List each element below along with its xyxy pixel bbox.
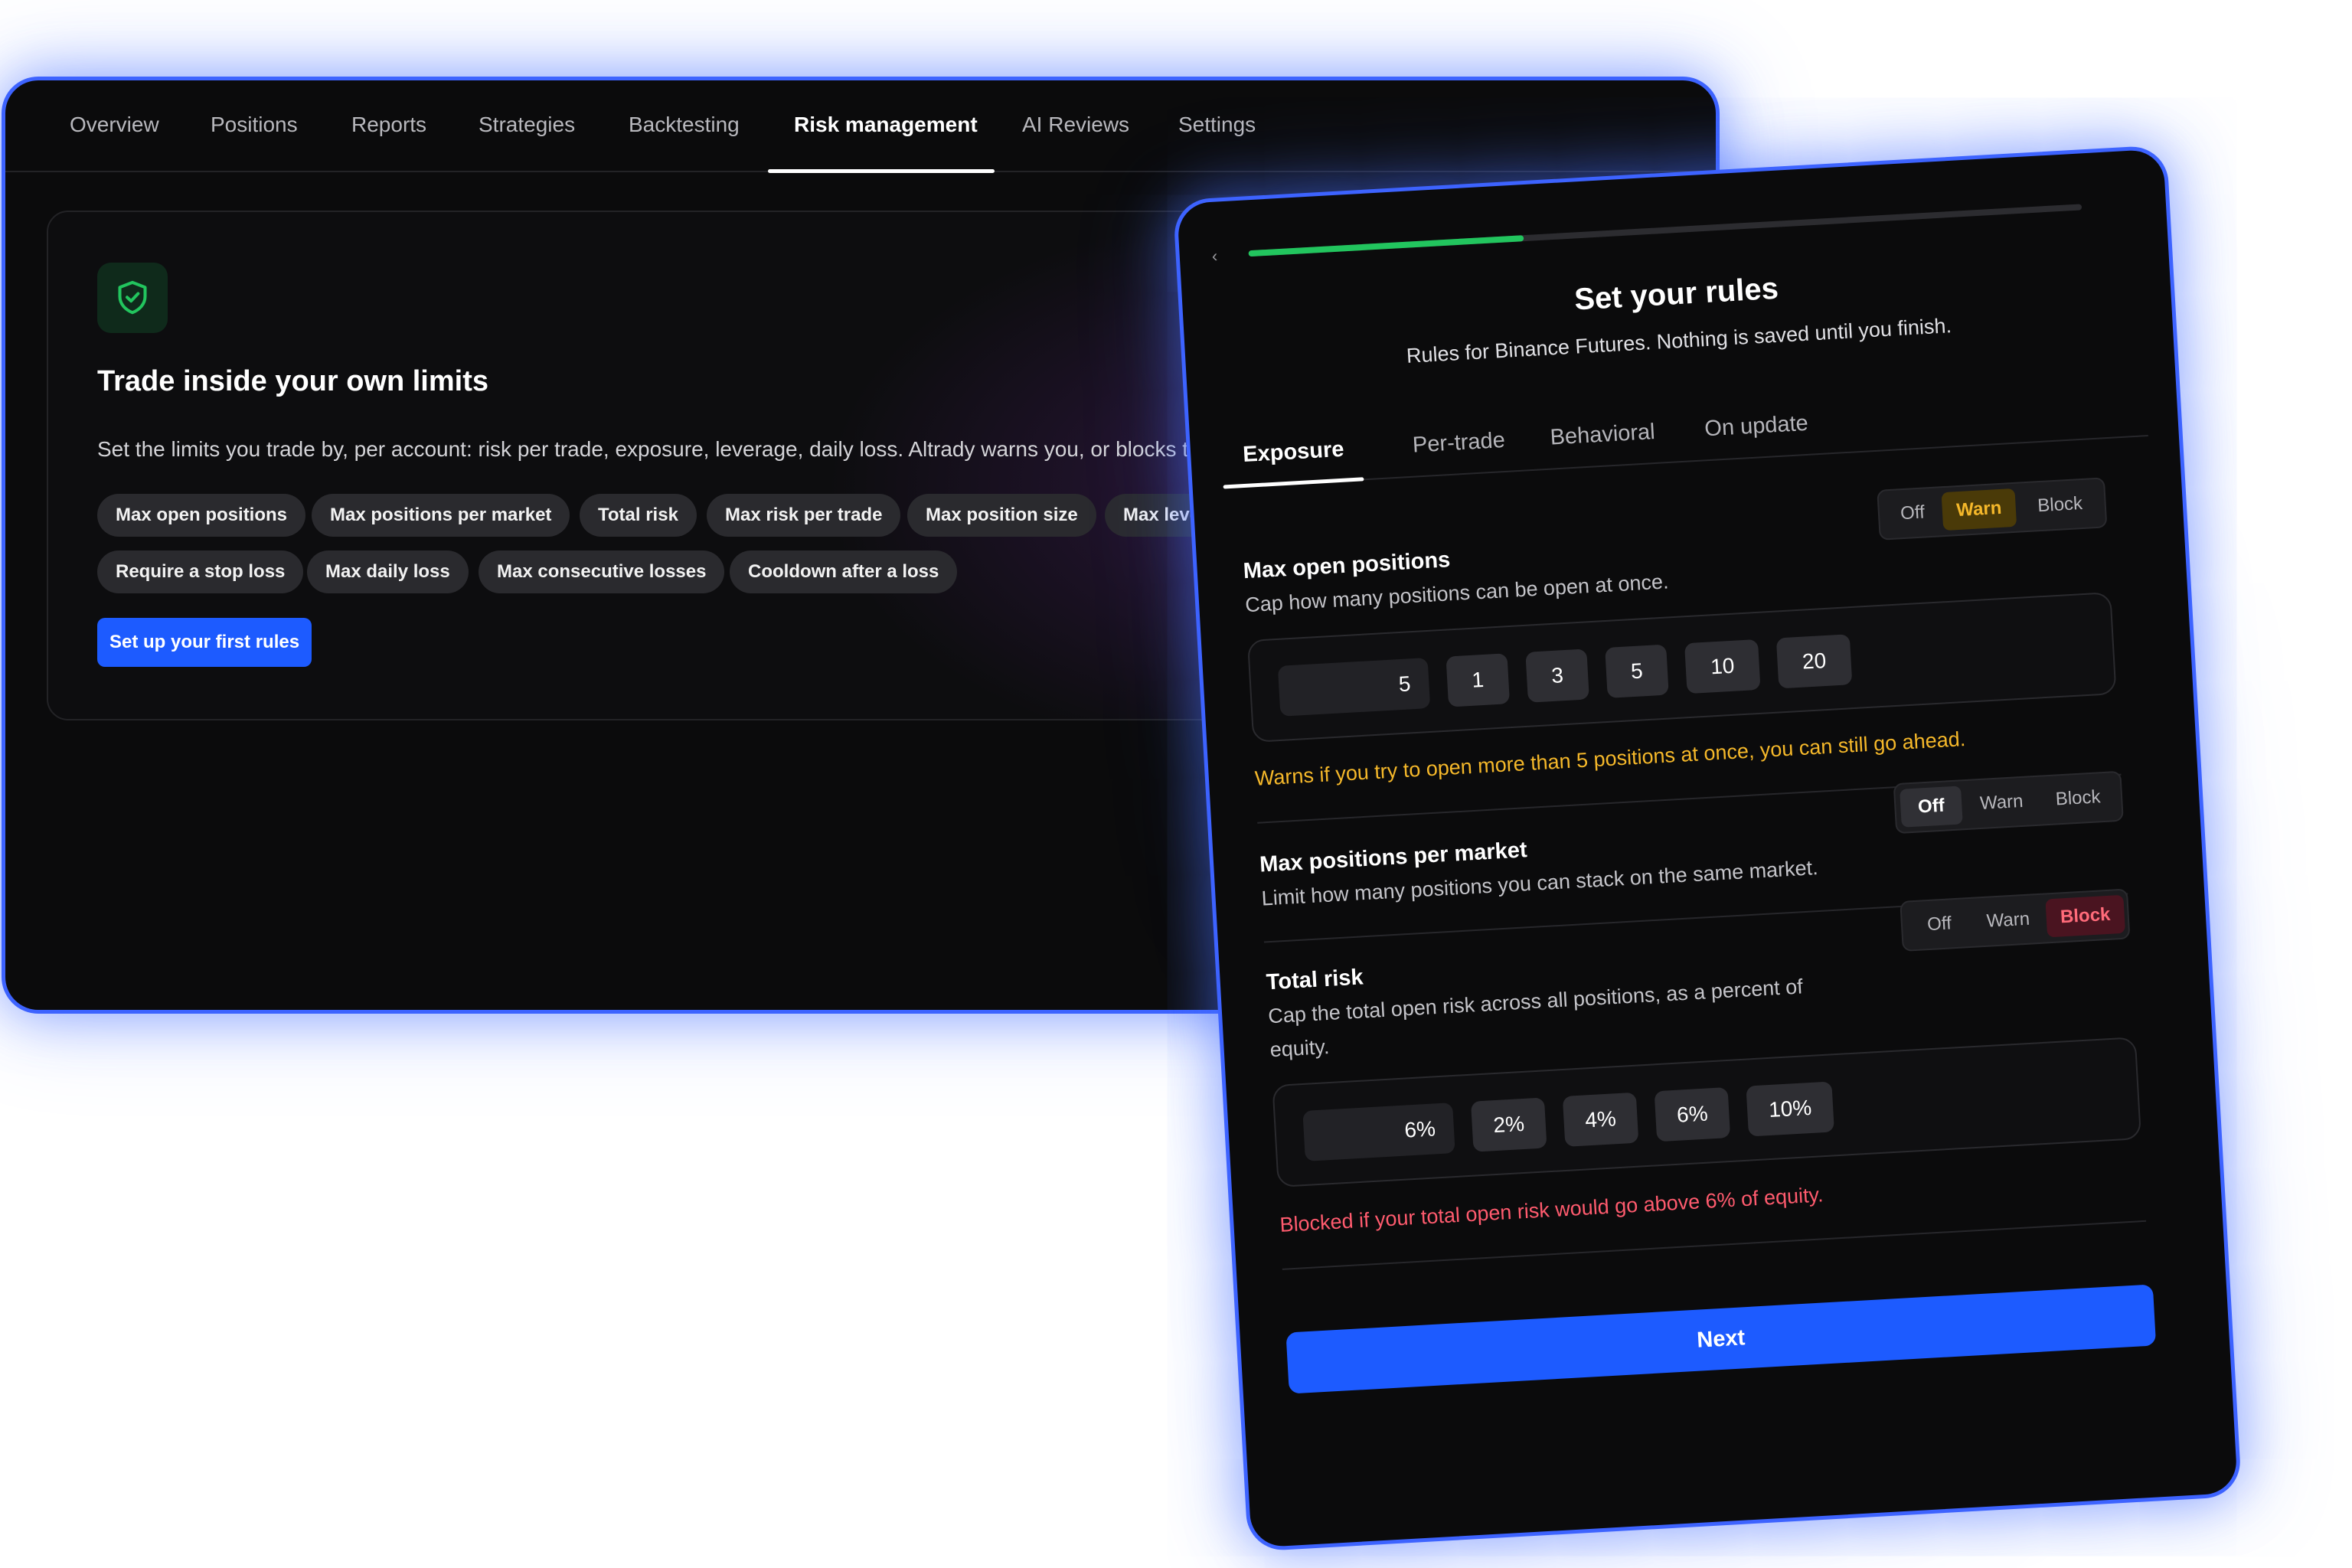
tab-positions[interactable]: Positions [211, 113, 298, 137]
mode-off-max-positions-per-market[interactable]: Off [1900, 786, 1963, 828]
wizard-tabs: Exposure Per-trade Behavioral On update [1220, 380, 2148, 489]
chip-max-daily-loss: Max daily loss [307, 550, 469, 593]
preset-20[interactable]: 20 [1775, 634, 1853, 689]
value-panel-max-open-positions: 5 1 3 5 10 20 [1246, 592, 2117, 743]
mode-block-max-open-positions[interactable]: Block [2019, 484, 2101, 527]
block-message-total-risk: Blocked if your total open risk would go… [1279, 1183, 1824, 1236]
chip-max-consecutive-losses: Max consecutive losses [479, 550, 725, 593]
preset-4-percent[interactable]: 4% [1562, 1092, 1639, 1147]
tab-reports[interactable]: Reports [351, 113, 426, 137]
wizard-active-tab-indicator [1223, 477, 1364, 489]
wizard-progress-fill [1248, 235, 1524, 257]
tab-overview[interactable]: Overview [70, 113, 159, 137]
preset-10[interactable]: 10 [1684, 639, 1761, 694]
tab-risk-management[interactable]: Risk management [794, 113, 978, 137]
shield-badge [97, 263, 168, 333]
chip-cooldown-after-loss: Cooldown after a loss [730, 550, 958, 593]
value-input-total-risk[interactable]: 6% [1302, 1102, 1455, 1161]
preset-6-percent[interactable]: 6% [1654, 1087, 1731, 1142]
tab-strategies[interactable]: Strategies [479, 113, 575, 137]
mode-warn-max-positions-per-market[interactable]: Warn [1965, 782, 2038, 824]
mode-toggle-total-risk: Off Warn Block [1900, 888, 2131, 952]
mode-block-max-positions-per-market[interactable]: Block [2039, 777, 2118, 820]
back-chevron-icon[interactable]: ‹ [1211, 247, 1218, 266]
top-nav: Overview Positions Reports Strategies Ba… [5, 80, 1716, 173]
warn-message-max-open-positions: Warns if you try to open more than 5 pos… [1254, 727, 1966, 790]
mode-toggle-max-positions-per-market: Off Warn Block [1893, 770, 2124, 835]
chip-max-positions-per-market: Max positions per market [312, 494, 570, 537]
mode-warn-max-open-positions[interactable]: Warn [1941, 488, 2017, 531]
chip-max-open-positions: Max open positions [97, 494, 306, 537]
wizard-tab-behavioral[interactable]: Behavioral [1550, 420, 1656, 451]
next-button[interactable]: Next [1285, 1284, 2157, 1394]
preset-5[interactable]: 5 [1605, 644, 1669, 698]
wizard-tab-on-update[interactable]: On update [1704, 411, 1809, 443]
chip-max-position-size: Max position size [907, 494, 1096, 537]
intro-description: Set the limits you trade by, per account… [97, 437, 1273, 461]
value-panel-total-risk: 6% 2% 4% 6% 10% [1272, 1037, 2142, 1188]
value-input-max-open-positions[interactable]: 5 [1277, 658, 1431, 717]
active-tab-indicator [768, 169, 995, 173]
tab-settings[interactable]: Settings [1178, 113, 1256, 137]
wizard-tab-per-trade[interactable]: Per-trade [1412, 428, 1506, 459]
preset-2-percent[interactable]: 2% [1470, 1097, 1547, 1152]
rule-title-total-risk: Total risk [1266, 965, 1364, 995]
tab-backtesting[interactable]: Backtesting [629, 113, 740, 137]
chip-total-risk: Total risk [580, 494, 697, 537]
chip-require-stop-loss: Require a stop loss [97, 550, 304, 593]
mode-block-total-risk[interactable]: Block [2045, 894, 2126, 938]
chip-max-risk-per-trade: Max risk per trade [707, 494, 901, 537]
preset-10-percent[interactable]: 10% [1746, 1081, 1834, 1137]
mode-off-max-open-positions[interactable]: Off [1885, 492, 1941, 534]
set-rules-wizard: ‹ Set your rules Rules for Binance Futur… [1172, 145, 2243, 1552]
preset-1[interactable]: 1 [1446, 653, 1511, 707]
wizard-progress [1248, 204, 2082, 257]
intro-title: Trade inside your own limits [97, 365, 488, 397]
set-up-first-rules-button[interactable]: Set up your first rules [97, 618, 312, 667]
mode-toggle-max-open-positions: Off Warn Block [1877, 477, 2108, 541]
preset-3[interactable]: 3 [1525, 648, 1589, 703]
mode-off-total-risk[interactable]: Off [1908, 903, 1971, 945]
mode-warn-total-risk[interactable]: Warn [1972, 900, 2045, 942]
tab-ai-reviews[interactable]: AI Reviews [1022, 113, 1129, 137]
wizard-tab-exposure[interactable]: Exposure [1242, 437, 1344, 468]
shield-check-icon [118, 280, 147, 315]
